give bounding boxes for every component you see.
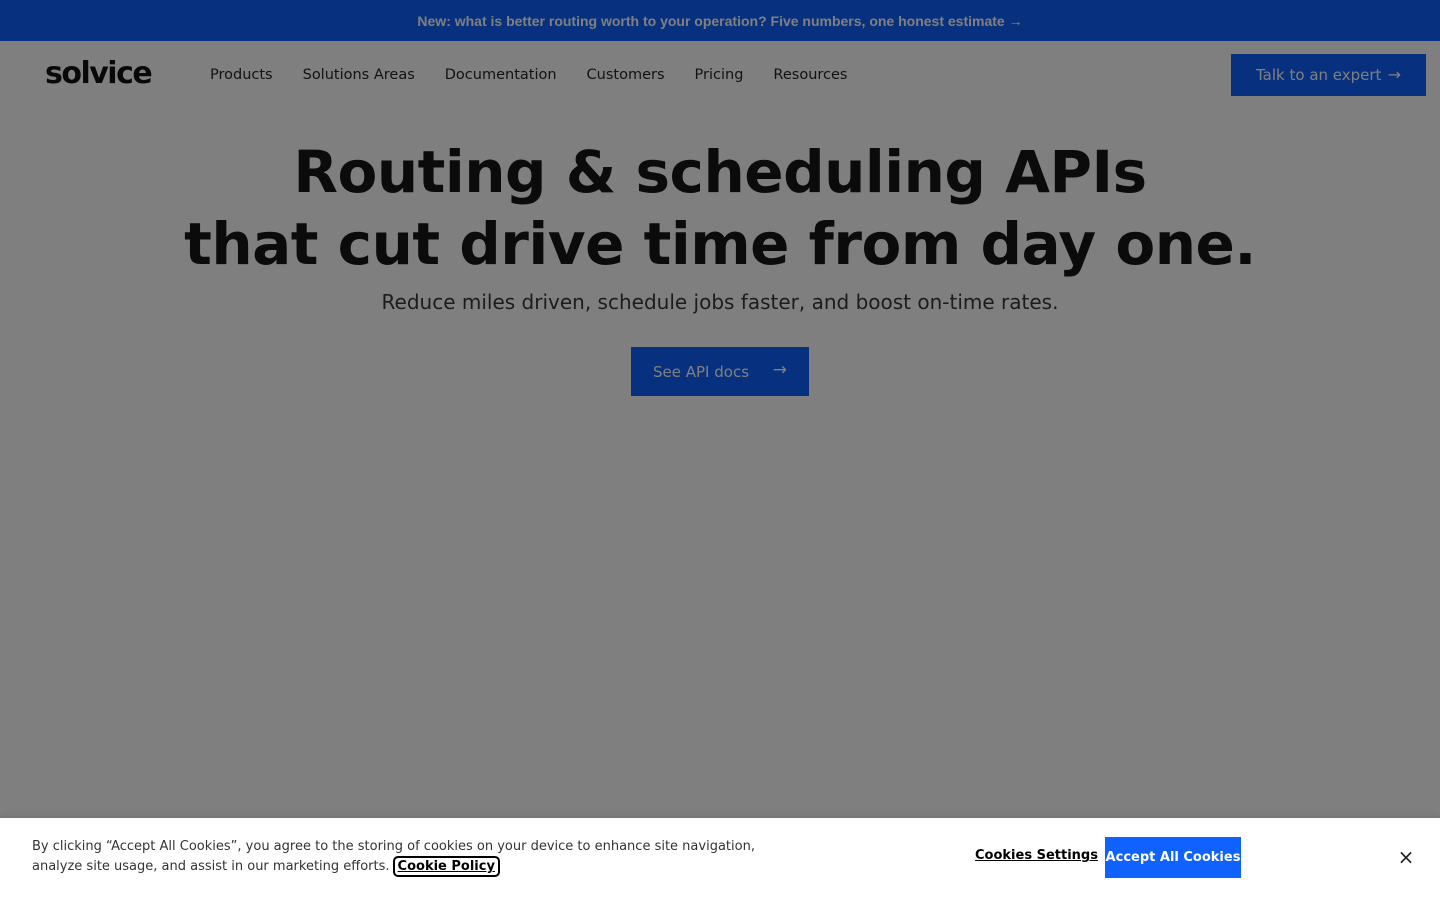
cookie-banner: By clicking “Accept All Cookies”, you ag…: [0, 818, 1440, 900]
cookies-settings-button[interactable]: Cookies Settings: [975, 848, 1098, 863]
accept-all-cookies-button[interactable]: Accept All Cookies: [1105, 837, 1241, 878]
close-icon[interactable]: ×: [1396, 847, 1416, 867]
modal-overlay: [0, 0, 1440, 900]
cookie-policy-link[interactable]: Cookie Policy: [392, 856, 500, 877]
cookie-message: By clicking “Accept All Cookies”, you ag…: [32, 839, 755, 874]
cookie-text: By clicking “Accept All Cookies”, you ag…: [32, 837, 802, 877]
